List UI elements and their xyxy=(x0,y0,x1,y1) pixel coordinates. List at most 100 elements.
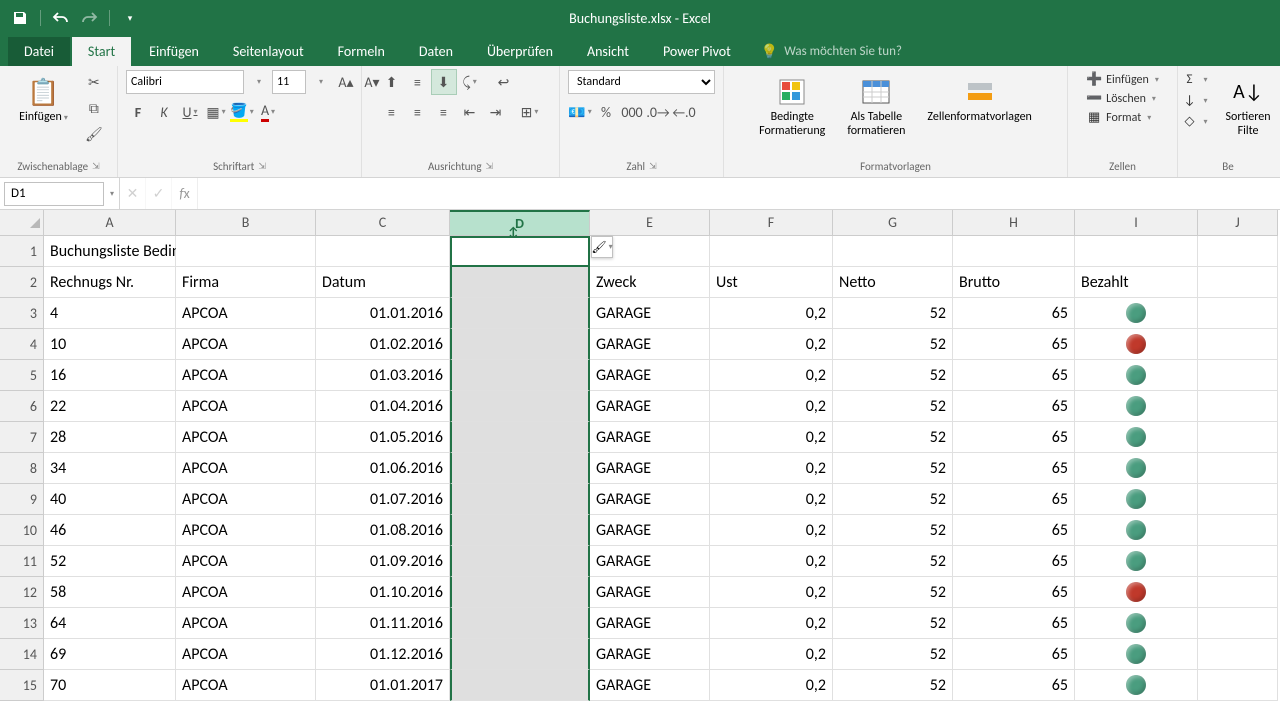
header-netto[interactable]: Netto xyxy=(833,267,953,298)
cell-bezahlt[interactable] xyxy=(1075,546,1198,577)
cell[interactable] xyxy=(1198,329,1278,360)
thousands-icon[interactable]: 000 xyxy=(620,100,644,124)
cell-firma[interactable]: APCOA xyxy=(176,453,316,484)
cell[interactable] xyxy=(1198,453,1278,484)
tab-review[interactable]: Überprüfen xyxy=(471,37,569,66)
cell-active[interactable] xyxy=(450,236,590,267)
align-middle-icon[interactable]: ≡ xyxy=(406,70,430,94)
column-header-B[interactable]: B xyxy=(176,210,316,236)
cell-netto[interactable]: 52 xyxy=(833,453,953,484)
cut-icon[interactable]: ✂ xyxy=(82,70,106,94)
tab-file[interactable]: Datei xyxy=(8,37,70,66)
cell-bezahlt[interactable] xyxy=(1075,670,1198,701)
sort-filter-button[interactable]: A↓ Sortieren Filte xyxy=(1218,70,1279,142)
fill-button[interactable]: ↓▾ xyxy=(1178,91,1212,110)
cell-title[interactable]: Buchungsliste Bedingte Formatierung xyxy=(44,236,176,267)
chevron-down-icon[interactable]: ▾ xyxy=(308,70,332,94)
cell[interactable] xyxy=(1198,236,1278,267)
cell-brutto[interactable]: 65 xyxy=(953,670,1075,701)
cell-ust[interactable]: 0,2 xyxy=(710,639,833,670)
row-header-14[interactable]: 14 xyxy=(0,639,44,670)
cell-datum[interactable]: 01.12.2016 xyxy=(316,639,450,670)
cell[interactable] xyxy=(1198,360,1278,391)
cell-bezahlt[interactable] xyxy=(1075,329,1198,360)
cell[interactable] xyxy=(450,453,590,484)
cell-bezahlt[interactable] xyxy=(1075,484,1198,515)
cell-netto[interactable]: 52 xyxy=(833,577,953,608)
cell-ust[interactable]: 0,2 xyxy=(710,360,833,391)
cell[interactable] xyxy=(450,670,590,701)
cell-netto[interactable]: 52 xyxy=(833,515,953,546)
clipboard-launcher-icon[interactable]: ⇲ xyxy=(92,161,100,172)
align-center-icon[interactable]: ≡ xyxy=(406,100,430,124)
cell-zweck[interactable]: GARAGE xyxy=(590,670,710,701)
tab-insert[interactable]: Einfügen xyxy=(133,37,215,66)
select-all-corner[interactable] xyxy=(0,210,44,236)
column-header-H[interactable]: H xyxy=(953,210,1075,236)
orientation-icon[interactable]: ⤹▾ xyxy=(458,70,482,94)
cell-datum[interactable]: 01.09.2016 xyxy=(316,546,450,577)
cell[interactable] xyxy=(953,236,1075,267)
cell-netto[interactable]: 52 xyxy=(833,670,953,701)
cell-zweck[interactable]: GARAGE xyxy=(590,577,710,608)
cell[interactable] xyxy=(450,422,590,453)
cell-rechnugsnr[interactable]: 46 xyxy=(44,515,176,546)
paste-button[interactable]: 📋 Einfügen▾ xyxy=(11,70,76,129)
cell-rechnugsnr[interactable]: 70 xyxy=(44,670,176,701)
cell-netto[interactable]: 52 xyxy=(833,391,953,422)
cell-rechnugsnr[interactable]: 22 xyxy=(44,391,176,422)
cell-bezahlt[interactable] xyxy=(1075,639,1198,670)
row-header-15[interactable]: 15 xyxy=(0,670,44,701)
copy-icon[interactable]: ⧉ xyxy=(82,96,106,120)
cell-datum[interactable]: 01.03.2016 xyxy=(316,360,450,391)
row-header-8[interactable]: 8 xyxy=(0,453,44,484)
header-firma[interactable]: Firma xyxy=(176,267,316,298)
cell-zweck[interactable]: GARAGE xyxy=(590,391,710,422)
header-ust[interactable]: Ust xyxy=(710,267,833,298)
accounting-format-icon[interactable]: 💶▾ xyxy=(568,100,592,124)
cell-bezahlt[interactable] xyxy=(1075,577,1198,608)
row-header-3[interactable]: 3 xyxy=(0,298,44,329)
row-header-4[interactable]: 4 xyxy=(0,329,44,360)
number-launcher-icon[interactable]: ⇲ xyxy=(649,161,657,172)
cell[interactable] xyxy=(450,329,590,360)
cell-brutto[interactable]: 65 xyxy=(953,515,1075,546)
cell-firma[interactable]: APCOA xyxy=(176,608,316,639)
undo-icon[interactable] xyxy=(49,6,73,30)
cell-netto[interactable]: 52 xyxy=(833,546,953,577)
format-painter-icon[interactable]: 🖌 xyxy=(82,122,106,146)
column-header-I[interactable]: I xyxy=(1075,210,1198,236)
cell-ust[interactable]: 0,2 xyxy=(710,329,833,360)
row-header-1[interactable]: 1 xyxy=(0,236,44,267)
font-color-icon[interactable]: A▾ xyxy=(256,100,280,124)
header-bezahlt[interactable]: Bezahlt xyxy=(1075,267,1198,298)
cell[interactable] xyxy=(1198,391,1278,422)
cell-firma[interactable]: APCOA xyxy=(176,422,316,453)
spreadsheet-grid[interactable]: 123456789101112131415 ABCD↕EFGHIJ 🖌▾ Buc… xyxy=(0,210,1280,720)
increase-indent-icon[interactable]: ⇥ xyxy=(484,100,508,124)
row-header-6[interactable]: 6 xyxy=(0,391,44,422)
cell-firma[interactable]: APCOA xyxy=(176,391,316,422)
row-header-10[interactable]: 10 xyxy=(0,515,44,546)
tab-home[interactable]: Start xyxy=(72,37,131,66)
cell[interactable] xyxy=(710,236,833,267)
cell[interactable] xyxy=(450,546,590,577)
cell-ust[interactable]: 0,2 xyxy=(710,546,833,577)
cell[interactable] xyxy=(1198,577,1278,608)
fill-color-icon[interactable]: 🪣▾ xyxy=(230,100,254,124)
cell[interactable] xyxy=(450,298,590,329)
font-launcher-icon[interactable]: ⇲ xyxy=(258,161,266,172)
font-name-combo[interactable] xyxy=(126,70,244,94)
cell[interactable] xyxy=(450,639,590,670)
delete-cells-button[interactable]: ➖Löschen▾ xyxy=(1082,89,1160,108)
cell[interactable] xyxy=(1198,608,1278,639)
cell[interactable] xyxy=(1198,298,1278,329)
cell-rechnugsnr[interactable]: 64 xyxy=(44,608,176,639)
cell[interactable] xyxy=(316,236,450,267)
borders-icon[interactable]: ▦▾ xyxy=(204,100,228,124)
cell[interactable] xyxy=(450,484,590,515)
cell-ust[interactable]: 0,2 xyxy=(710,298,833,329)
cell-firma[interactable]: APCOA xyxy=(176,329,316,360)
cell-ust[interactable]: 0,2 xyxy=(710,422,833,453)
wrap-text-icon[interactable]: ↩ xyxy=(492,70,516,94)
